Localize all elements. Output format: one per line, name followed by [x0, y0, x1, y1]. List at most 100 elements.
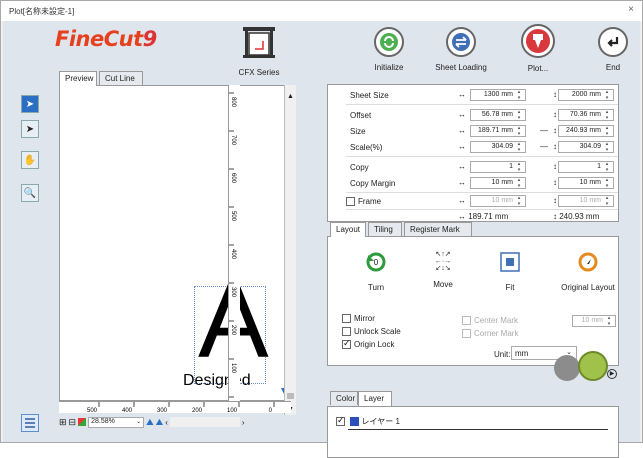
corner-mark-option[interactable]: Corner Mark: [462, 329, 518, 339]
frame-x-input[interactable]: 10 mm: [470, 195, 526, 207]
width-arrow-icon: ↔: [458, 90, 466, 99]
copy-margin-y-input[interactable]: 10 mm: [558, 177, 614, 189]
hand-tool-icon[interactable]: ✋: [21, 151, 39, 169]
sheet-loading-button[interactable]: Sheet Loading: [431, 27, 491, 77]
plot-button[interactable]: Plot...: [508, 24, 568, 77]
color-swatch-icon[interactable]: [78, 418, 87, 426]
mirror-option[interactable]: Mirror: [342, 314, 375, 324]
turn-button[interactable]: 0 Turn: [356, 251, 396, 292]
zoom-in-icon[interactable]: ⛰: [156, 417, 164, 428]
unlock-scale-option[interactable]: Unlock Scale: [342, 327, 401, 337]
properties-panel: Sheet Size ↔ 1300 mm ↕ 2000 mm Offset ↔ …: [327, 84, 619, 222]
link-icon[interactable]: —: [540, 126, 548, 135]
move-button[interactable]: ↖↑↗ ←·→ ↙↓↘ Move: [423, 251, 463, 289]
horizontal-scrollbar[interactable]: [169, 417, 240, 427]
scroll-left-icon[interactable]: ‹: [165, 418, 168, 427]
original-layout-label: Original Layout: [561, 283, 615, 292]
expand-arrow-icon[interactable]: ▶: [607, 369, 617, 379]
logo-text: FineCut: [55, 27, 143, 51]
fit-icon: [500, 252, 520, 272]
frame-checkbox[interactable]: [346, 197, 355, 207]
v-ruler-label: 400: [230, 249, 236, 260]
main-content: FineCut9 CFX Series Initialize Sheet Loa…: [3, 21, 643, 458]
corner-mark-checkbox[interactable]: [462, 329, 471, 339]
scroll-up-icon[interactable]: ▲: [285, 93, 296, 100]
tab-layer[interactable]: Layer: [358, 391, 392, 406]
sheet-width-input[interactable]: 1300 mm: [470, 89, 526, 101]
tab-register-mark[interactable]: Register Mark: [404, 222, 472, 236]
offset-row: Offset ↔ 56.78 mm ↕ 70.36 mm: [328, 108, 620, 123]
mirror-checkbox[interactable]: [342, 314, 351, 324]
preview-canvas[interactable]: A Designed: [59, 85, 290, 401]
fit-label: Fit: [505, 283, 515, 292]
offset-y-input[interactable]: 70.36 mm: [558, 109, 614, 121]
star-gray-icon[interactable]: [554, 355, 580, 381]
chevron-down-icon: ⌄: [136, 418, 142, 425]
end-label: End: [605, 63, 621, 72]
mark-size-input[interactable]: 10 mm: [572, 315, 616, 327]
offset-x-input[interactable]: 56.78 mm: [470, 109, 526, 121]
tab-color[interactable]: Color: [330, 391, 358, 405]
tab-layout[interactable]: Layout: [330, 222, 366, 237]
sheet-height-input[interactable]: 2000 mm: [558, 89, 614, 101]
device-icon[interactable]: [239, 23, 279, 59]
tab-preview[interactable]: Preview: [59, 71, 97, 86]
close-button[interactable]: ×: [628, 4, 634, 15]
size-height-input[interactable]: 240.93 mm: [558, 125, 614, 137]
original-layout-button[interactable]: Original Layout: [556, 251, 620, 292]
scale-x-input[interactable]: 304.09: [470, 141, 526, 153]
h-ruler-label: 500: [87, 408, 98, 414]
origin-lock-option[interactable]: Origin Lock: [342, 338, 394, 350]
total-width: ↔ 189.71 mm: [458, 212, 509, 221]
frame-row: Frame ↔ 10 mm ↕ 10 mm: [328, 194, 620, 209]
fit-button[interactable]: Fit: [490, 251, 530, 292]
zoom-tool-icon[interactable]: 🔍: [21, 184, 39, 202]
split-icon[interactable]: ⊟: [69, 417, 77, 428]
v-ruler-label: 700: [230, 135, 236, 146]
v-ruler-label: 200: [230, 325, 236, 336]
copy-x-input[interactable]: 1: [470, 161, 526, 173]
scroll-thumb[interactable]: [287, 393, 294, 399]
copy-margin-x-input[interactable]: 10 mm: [470, 177, 526, 189]
move-arrows-icon: ↖↑↗ ←·→ ↙↓↘: [434, 251, 452, 272]
copy-margin-row: Copy Margin ↔ 10 mm ↕ 10 mm: [328, 176, 620, 191]
sheet-loading-label: Sheet Loading: [435, 63, 487, 72]
height-arrow-icon: ↕: [553, 90, 557, 99]
copy-y-input[interactable]: 1: [558, 161, 614, 173]
mirror-label: Mirror: [354, 314, 375, 323]
sheet-size-row: Sheet Size ↔ 1300 mm ↕ 2000 mm: [328, 88, 620, 103]
link-icon[interactable]: —: [540, 142, 548, 151]
v-ruler-label: 500: [230, 211, 236, 222]
center-mark-option[interactable]: Center Mark: [462, 316, 518, 326]
star-color-icon[interactable]: [578, 351, 608, 381]
frame-y-input[interactable]: 10 mm: [558, 195, 614, 207]
layer-row[interactable]: レイヤー 1: [336, 415, 400, 427]
layer-visible-checkbox[interactable]: [336, 415, 345, 427]
center-mark-checkbox[interactable]: [462, 316, 471, 326]
scroll-right-icon[interactable]: ›: [242, 418, 245, 427]
h-ruler-label: 100: [227, 408, 238, 414]
zoom-out-icon[interactable]: ⛰: [146, 417, 154, 428]
frame-checkbox-label[interactable]: Frame: [346, 197, 381, 207]
list-view-icon[interactable]: [21, 414, 39, 432]
origin-lock-checkbox[interactable]: [342, 338, 351, 350]
scale-y-input[interactable]: 304.09: [558, 141, 614, 153]
refresh-icon: [374, 27, 404, 57]
unlock-scale-label: Unlock Scale: [354, 327, 401, 336]
tab-tiling[interactable]: Tiling: [368, 222, 402, 236]
select-tool-icon[interactable]: ➤: [21, 95, 39, 113]
unlock-scale-checkbox[interactable]: [342, 327, 351, 337]
tab-cut-line[interactable]: Cut Line: [99, 71, 143, 85]
zoom-select[interactable]: 28.58% ⌄: [88, 416, 145, 428]
copy-label: Copy: [350, 163, 369, 172]
v-ruler-label: 600: [230, 173, 236, 184]
direct-select-tool-icon[interactable]: ➤: [21, 120, 39, 138]
vertical-scrollbar[interactable]: ▲ ▼: [284, 85, 296, 415]
initialize-button[interactable]: Initialize: [359, 27, 419, 77]
layer-underline: [348, 429, 608, 430]
size-width-input[interactable]: 189.71 mm: [470, 125, 526, 137]
offset-label: Offset: [350, 111, 372, 120]
grid-icon[interactable]: ⊞: [59, 417, 67, 428]
h-ruler-label: 400: [122, 408, 133, 414]
end-button[interactable]: End: [583, 27, 643, 77]
